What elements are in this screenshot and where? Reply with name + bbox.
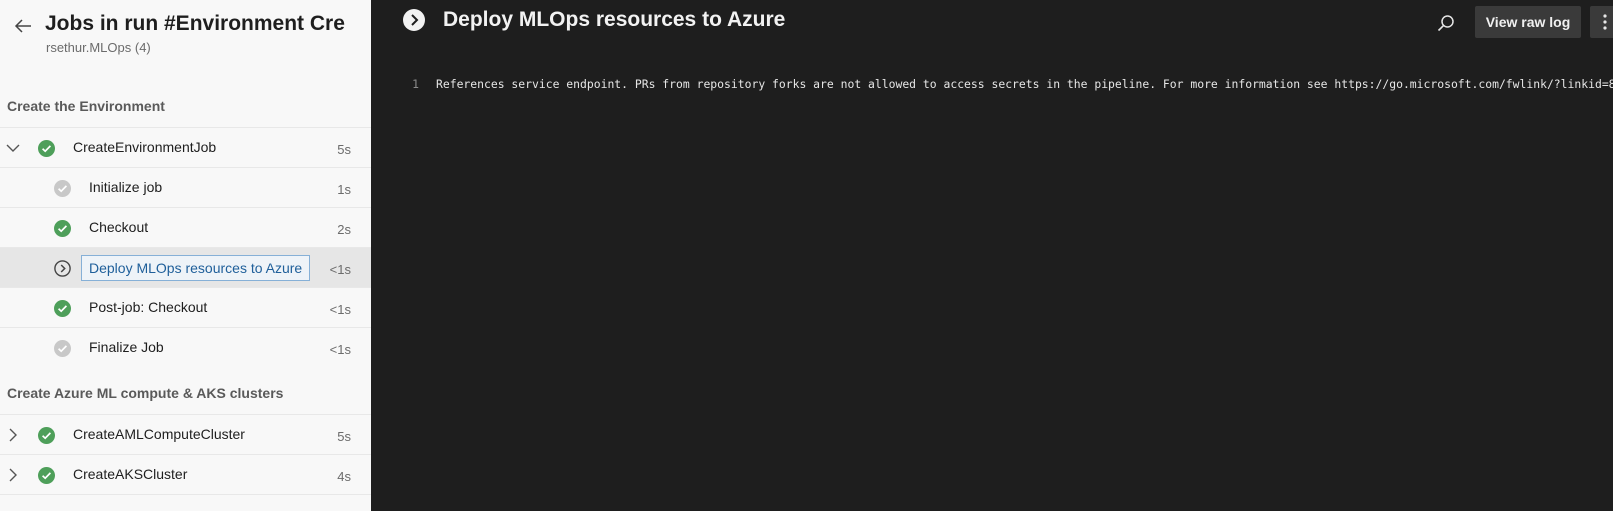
job-row-createamlcomputecluster[interactable]: CreateAMLComputeCluster 5s	[0, 415, 371, 455]
check-circle-icon	[54, 340, 71, 362]
stage-title: Create Azure ML compute & AKS clusters	[0, 371, 371, 415]
step-duration: <1s	[329, 262, 351, 277]
step-row-finalize-job[interactable]: Finalize Job <1s	[0, 328, 371, 368]
job-label: CreateAMLComputeCluster	[73, 426, 245, 442]
step-duration: 1s	[337, 182, 351, 197]
step-label: Deploy MLOps resources to Azure	[81, 255, 311, 281]
log-panel: Deploy MLOps resources to Azure View raw…	[371, 0, 1613, 511]
step-row-deploy-mlops-resources[interactable]: Deploy MLOps resources to Azure <1s	[0, 248, 371, 288]
check-circle-icon	[54, 220, 71, 242]
check-circle-icon	[38, 140, 55, 162]
step-row-post-job-checkout[interactable]: Post-job: Checkout <1s	[0, 288, 371, 328]
search-button[interactable]	[1433, 10, 1459, 36]
step-duration: <1s	[329, 302, 351, 317]
job-label: CreateAKSCluster	[73, 466, 188, 482]
step-duration: <1s	[329, 342, 351, 357]
job-row-createakscluster[interactable]: CreateAKSCluster 4s	[0, 455, 371, 495]
log-line-number: 1	[412, 77, 419, 91]
log-line-text: References service endpoint. PRs from re…	[436, 77, 1613, 91]
back-button[interactable]	[8, 12, 38, 40]
chevron-circle-icon	[54, 260, 71, 282]
view-raw-log-button[interactable]: View raw log	[1475, 6, 1581, 38]
check-circle-icon	[38, 427, 55, 449]
run-title: Jobs in run #Environment Cre...	[45, 12, 345, 35]
job-duration: 5s	[337, 429, 351, 444]
chevron-circle-icon	[402, 8, 426, 37]
run-subtitle: rsethur.MLOps (4)	[46, 40, 151, 55]
check-circle-icon	[38, 467, 55, 489]
step-duration: 2s	[337, 222, 351, 237]
check-circle-icon	[54, 180, 71, 202]
job-duration: 4s	[337, 469, 351, 484]
log-title: Deploy MLOps resources to Azure	[443, 8, 786, 31]
jobs-sidebar: Jobs in run #Environment Cre... rsethur.…	[0, 0, 371, 511]
stage-title: Create the Environment	[0, 84, 371, 128]
more-options-button[interactable]	[1590, 6, 1613, 38]
check-circle-icon	[54, 300, 71, 322]
step-row-initialize-job[interactable]: Initialize job 1s	[0, 168, 371, 208]
log-header: Deploy MLOps resources to Azure View raw…	[371, 0, 1613, 60]
step-label: Finalize Job	[89, 339, 164, 355]
job-label: CreateEnvironmentJob	[73, 139, 217, 155]
search-icon	[1437, 15, 1454, 32]
chevron-down-icon[interactable]	[5, 140, 21, 156]
chevron-right-icon[interactable]	[5, 467, 21, 483]
step-row-checkout[interactable]: Checkout 2s	[0, 208, 371, 248]
step-label: Post-job: Checkout	[89, 299, 208, 315]
chevron-right-icon[interactable]	[5, 427, 21, 443]
job-duration: 5s	[337, 142, 351, 157]
job-row-createenvironmentjob[interactable]: CreateEnvironmentJob 5s	[0, 128, 371, 168]
more-vertical-icon	[1603, 14, 1607, 30]
step-label: Initialize job	[89, 179, 163, 195]
arrow-left-icon	[14, 19, 31, 33]
sidebar-header: Jobs in run #Environment Cre... rsethur.…	[0, 0, 371, 84]
step-label: Checkout	[89, 219, 149, 235]
